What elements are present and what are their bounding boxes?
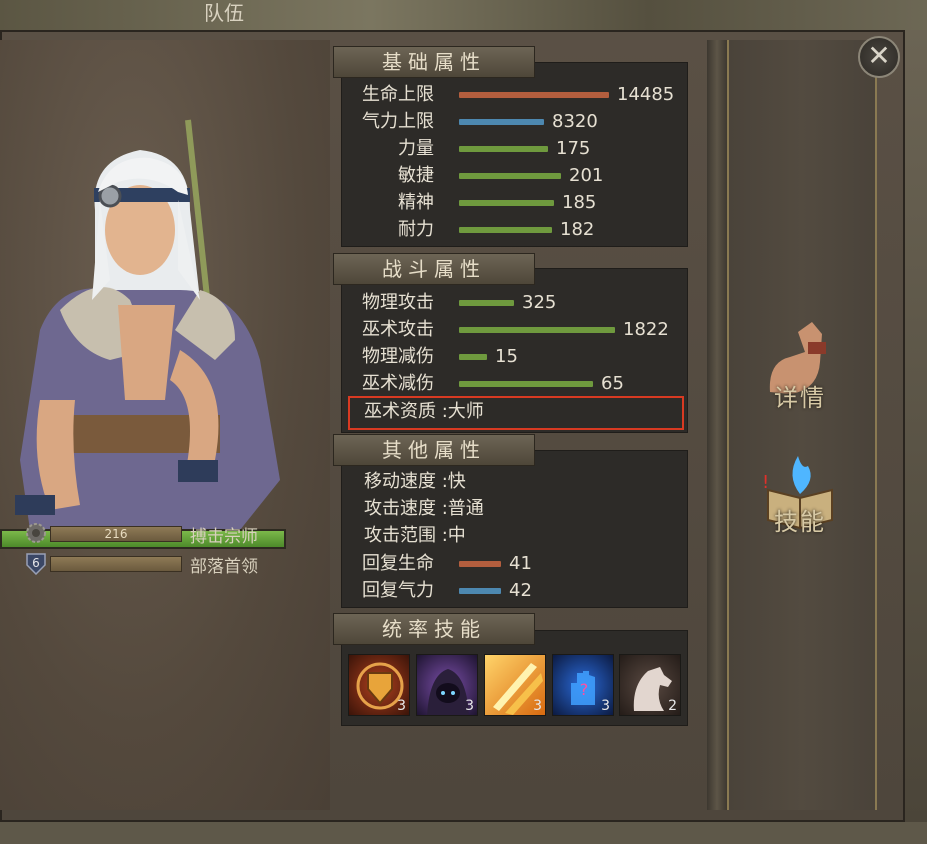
skill-slot-shield[interactable]: 3	[348, 654, 410, 716]
stat-bar	[459, 354, 487, 360]
skill-level: 3	[533, 698, 542, 714]
stat-value: 175	[556, 138, 591, 159]
skills-label: 技能	[774, 508, 826, 536]
stat-value: 65	[601, 373, 624, 394]
stat-value: 325	[522, 292, 557, 313]
stat-value: 1822	[623, 319, 669, 340]
stat-bar	[459, 227, 552, 233]
stat-bar	[459, 300, 514, 306]
stat-value: 41	[509, 553, 532, 574]
stat-bar	[459, 381, 593, 387]
character-portrait	[15, 119, 280, 530]
stat-row: 回复气力 42	[342, 578, 682, 604]
background-bottom	[0, 822, 927, 844]
stat-label: 回复气力	[362, 580, 434, 601]
tribe-progress-bar	[50, 556, 182, 572]
question-mark-icon: ?	[580, 680, 589, 699]
stat-bar	[459, 146, 548, 152]
close-button[interactable]: ✕	[858, 36, 900, 78]
stat-label: 敏捷	[398, 165, 434, 186]
rank-title: 搏击宗师	[190, 527, 258, 547]
skill-level: 3	[397, 698, 406, 714]
stat-value: 42	[509, 580, 532, 601]
other-stats-title: 其他属性	[333, 434, 535, 466]
stat-value: 8320	[552, 111, 598, 132]
combat-stats-title: 战斗属性	[333, 253, 535, 285]
stat-row: 物理攻击 325	[342, 290, 682, 316]
skills-button[interactable]: ! 技能	[750, 446, 850, 546]
side-menu	[727, 40, 877, 810]
details-button[interactable]: 详情	[750, 312, 850, 412]
stat-label: 生命上限	[362, 84, 434, 105]
stat-bar	[459, 92, 609, 98]
stat-label: 巫术攻击	[362, 319, 434, 340]
stat-label: 物理攻击	[362, 292, 434, 313]
rank-progress-bar: 216	[50, 526, 182, 542]
stat-label: 力量	[398, 138, 434, 159]
stat-bar	[459, 561, 501, 567]
move-speed-text: 移动速度 :快	[364, 471, 466, 492]
stat-row: 巫术攻击 1822	[342, 317, 682, 343]
stat-label: 气力上限	[362, 111, 434, 132]
top-bar: 队伍	[0, 0, 927, 30]
stat-value: 201	[569, 165, 604, 186]
stat-bar	[459, 327, 615, 333]
skill-level: 3	[465, 698, 474, 714]
stat-row: 生命上限 14485	[342, 82, 682, 108]
stat-bar	[459, 173, 561, 179]
stat-value: 14485	[617, 84, 675, 105]
stat-row: 回复生命 41	[342, 551, 682, 577]
stat-bar	[459, 119, 544, 125]
stat-label: 巫术减伤	[362, 373, 434, 394]
stat-bar	[459, 200, 554, 206]
attack-speed-text: 攻击速度 :普通	[364, 498, 484, 519]
tribe-title: 部落首领	[190, 557, 258, 577]
skill-level: 2	[668, 698, 677, 714]
stat-value: 185	[562, 192, 597, 213]
gear-icon	[26, 523, 46, 543]
stat-row: 气力上限 8320	[342, 109, 682, 135]
stat-bar	[459, 588, 501, 594]
stat-label: 物理减伤	[362, 346, 434, 367]
background-right	[905, 30, 927, 844]
panel-divider	[707, 40, 727, 810]
character-panel: 216 搏击宗师 6 部落首领	[0, 40, 330, 810]
base-stats-title: 基础属性	[333, 46, 535, 78]
skill-slot-magic-hand[interactable]: ? 3	[552, 654, 614, 716]
skill-slot-hooded[interactable]: 3	[416, 654, 478, 716]
skill-slot-slash[interactable]: 3	[484, 654, 546, 716]
attack-range-text: 攻击范围 :中	[364, 525, 466, 546]
stat-row: 物理减伤 15	[342, 344, 682, 370]
skill-level: 3	[601, 698, 610, 714]
details-label: 详情	[774, 384, 826, 412]
stat-label: 回复生命	[362, 553, 434, 574]
stat-row: 耐力 182	[342, 217, 682, 243]
skill-slot-horse[interactable]: 2	[619, 654, 681, 716]
window-title: 队伍	[204, 1, 244, 25]
base-stats-box: 生命上限 14485 气力上限 8320 力量 175 敏捷 201 精神 185 耐力 182	[341, 62, 688, 247]
command-skills-title: 统率技能	[333, 613, 535, 645]
stat-value: 15	[495, 346, 518, 367]
stat-row: 力量 175	[342, 136, 682, 162]
stat-row: 巫术减伤 65	[342, 371, 682, 397]
stat-row: 精神 185	[342, 190, 682, 216]
stat-label: 耐力	[398, 219, 434, 240]
stat-value: 182	[560, 219, 595, 240]
other-stats-box: 移动速度 :快 攻击速度 :普通 攻击范围 :中 回复生命 41 回复气力 42	[341, 450, 688, 608]
aptitude-highlight	[348, 396, 684, 430]
alert-icon: !	[762, 472, 769, 493]
shield-badge-icon: 6	[26, 553, 46, 575]
tribe-badge-number: 6	[32, 556, 40, 570]
stat-label: 精神	[398, 192, 434, 213]
stat-row: 敏捷 201	[342, 163, 682, 189]
